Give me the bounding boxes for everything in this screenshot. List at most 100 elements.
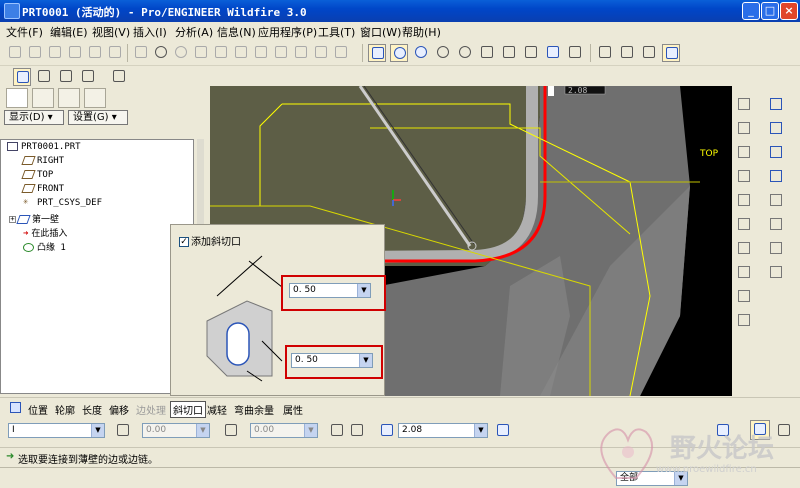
unattached-wall-icon[interactable] — [736, 192, 752, 208]
tab-placement[interactable]: 位置 — [28, 402, 48, 417]
scissors-icon[interactable] — [192, 44, 210, 62]
tab-edge-treatment[interactable]: 边处理 — [136, 402, 166, 417]
axis-tool-icon[interactable] — [768, 144, 784, 160]
tree-item-first-wall[interactable]: + 第一壁 — [9, 212, 59, 225]
flange-type-dropdown[interactable]: I ▼ — [8, 423, 105, 438]
apply-checkmark-icon[interactable] — [750, 420, 770, 440]
second-side-icon[interactable] — [222, 422, 240, 440]
datum-axis-display-icon[interactable] — [35, 68, 53, 86]
datum-point-tool-icon[interactable] — [736, 144, 752, 160]
spin-center-icon[interactable] — [390, 44, 408, 62]
repaint-icon[interactable] — [368, 44, 386, 62]
bevel-depth-dropdown[interactable]: 0. 50 ▼ — [291, 353, 373, 368]
curve-tool-icon[interactable] — [768, 168, 784, 184]
paste-special-icon[interactable] — [252, 44, 270, 62]
favorites-tab[interactable] — [58, 88, 80, 108]
datum-point-display-icon[interactable] — [57, 68, 75, 86]
redo-icon[interactable] — [172, 44, 190, 62]
csys-display-icon[interactable] — [79, 68, 97, 86]
unbend-icon[interactable] — [768, 240, 784, 256]
sketch-curve-tool-icon[interactable] — [768, 96, 784, 112]
datum-plane-tool-icon[interactable] — [736, 96, 752, 112]
chevron-down-icon[interactable]: ▼ — [674, 472, 687, 485]
smart-filter-dropdown[interactable]: 全部 ▼ — [616, 471, 688, 486]
context-help-icon[interactable] — [110, 68, 128, 86]
folder-browser-tab[interactable] — [32, 88, 54, 108]
form-tool-icon[interactable] — [736, 312, 752, 328]
wireframe-icon[interactable] — [596, 44, 614, 62]
tab-miter-cuts[interactable]: 斜切口 — [170, 401, 206, 418]
tree-item-flange[interactable]: 凸缘 1 — [23, 240, 66, 253]
find-icon[interactable] — [292, 44, 310, 62]
print-icon[interactable] — [66, 44, 84, 62]
tree-item-part[interactable]: PRT0001.PRT — [7, 142, 81, 152]
show-dropdown-button[interactable]: 显示(D) ▾ — [4, 110, 64, 125]
menu-help[interactable]: 帮助(H) — [402, 24, 441, 40]
menu-insert[interactable]: 插入(I) — [133, 24, 167, 40]
tree-item-csys[interactable]: ✳ PRT_CSYS_DEF — [23, 198, 102, 209]
selection-filter-icon[interactable] — [332, 44, 350, 62]
first-side-length-dropdown[interactable]: 0.00 ▼ — [142, 423, 210, 438]
select-box-icon[interactable] — [312, 44, 330, 62]
menu-info[interactable]: 信息(N) — [217, 24, 256, 40]
menu-window[interactable]: 窗口(W) — [360, 24, 401, 40]
plane-tool-icon[interactable] — [768, 120, 784, 136]
minimize-button[interactable]: _ — [742, 2, 760, 20]
cancel-x-icon[interactable] — [775, 422, 793, 440]
chevron-down-icon[interactable]: ▼ — [91, 424, 104, 437]
menu-edit[interactable]: 编辑(E) — [50, 24, 88, 40]
bend-tool-icon[interactable] — [736, 264, 752, 280]
chevron-down-icon[interactable]: ▼ — [474, 424, 487, 437]
add-bevel-checkbox[interactable]: ✓ 添加斜切口 — [179, 233, 241, 248]
menu-view[interactable]: 视图(V) — [92, 24, 130, 40]
close-button[interactable]: × — [780, 2, 798, 20]
no-hidden-icon[interactable] — [640, 44, 658, 62]
tree-item-front[interactable]: FRONT — [21, 184, 64, 194]
saved-views-icon[interactable] — [522, 44, 540, 62]
point-tool-icon[interactable] — [768, 192, 784, 208]
orient-mode-icon[interactable] — [412, 44, 430, 62]
connections-tab[interactable] — [84, 88, 106, 108]
zoom-in-icon[interactable] — [434, 44, 452, 62]
tab-profile[interactable]: 轮廓 — [55, 402, 75, 417]
flange-wall-icon[interactable] — [736, 216, 752, 232]
email-link-icon[interactable] — [106, 44, 124, 62]
chevron-down-icon[interactable]: ▼ — [359, 354, 372, 367]
percent-length-icon[interactable] — [348, 422, 366, 440]
menu-file[interactable]: 文件(F) — [6, 24, 43, 40]
flip-thickness-icon[interactable] — [328, 422, 346, 440]
paste-icon[interactable] — [232, 44, 250, 62]
view-manager-icon[interactable] — [566, 44, 584, 62]
tab-offset[interactable]: 偏移 — [109, 402, 129, 417]
tab-length[interactable]: 长度 — [82, 402, 102, 417]
undo-icon[interactable] — [152, 44, 170, 62]
chevron-down-icon[interactable]: ▼ — [196, 424, 209, 437]
cut-tool-icon[interactable] — [736, 288, 752, 304]
email-icon[interactable] — [86, 44, 104, 62]
tree-item-top[interactable]: TOP — [21, 170, 53, 180]
expand-icon[interactable]: + — [9, 216, 16, 223]
copy-icon[interactable] — [212, 44, 230, 62]
second-side-length-dropdown[interactable]: 0.00 ▼ — [250, 423, 318, 438]
cut-icon[interactable] — [132, 44, 150, 62]
tab-properties[interactable]: 属性 — [283, 402, 303, 417]
tab-bend-allowance[interactable]: 弯曲余量 — [234, 402, 274, 417]
flat-wall-icon[interactable] — [736, 240, 752, 256]
zoom-out-icon[interactable] — [456, 44, 474, 62]
open-file-icon[interactable] — [26, 44, 44, 62]
csys-tool-icon[interactable] — [736, 168, 752, 184]
hidden-line-icon[interactable] — [618, 44, 636, 62]
radius-side-icon[interactable] — [494, 422, 512, 440]
pause-icon[interactable] — [714, 422, 732, 440]
maximize-button[interactable]: □ — [761, 2, 779, 20]
shading-icon[interactable] — [662, 44, 680, 62]
bend-radius-icon[interactable] — [378, 422, 396, 440]
rip-tool-icon[interactable] — [768, 216, 784, 232]
menu-tools[interactable]: 工具(T) — [318, 24, 355, 40]
new-file-icon[interactable] — [6, 44, 24, 62]
layers-icon[interactable] — [544, 44, 562, 62]
regenerate-icon[interactable] — [272, 44, 290, 62]
bend-back-icon[interactable] — [768, 264, 784, 280]
model-tree-tab[interactable] — [6, 88, 28, 108]
menu-analysis[interactable]: 分析(A) — [175, 24, 213, 40]
